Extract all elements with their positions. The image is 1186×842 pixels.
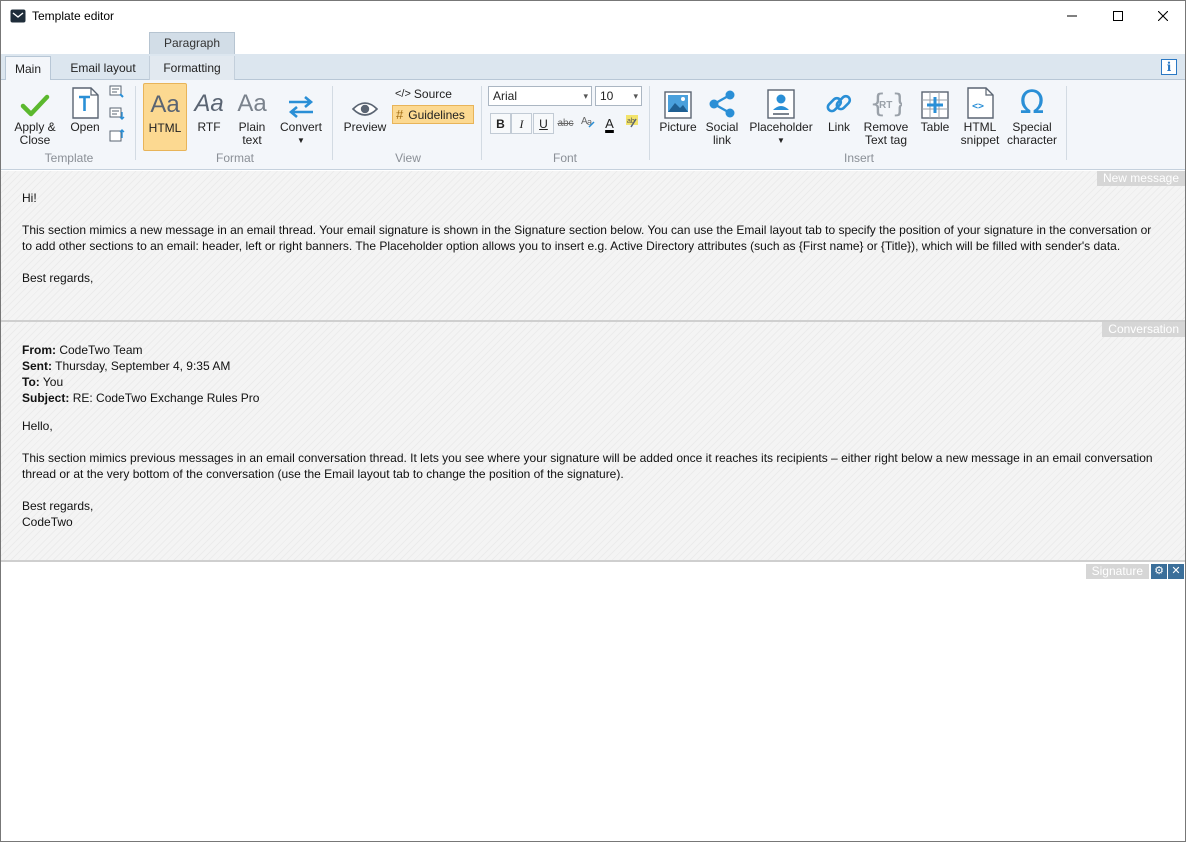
convert-arrows-icon <box>287 83 315 119</box>
context-group-paragraph: Paragraph <box>149 32 235 54</box>
link-chain-icon <box>824 83 854 119</box>
code-icon: </> <box>395 87 411 100</box>
bold-button[interactable]: B <box>490 113 511 134</box>
new-message-text: Hi! This section mimics a new message in… <box>22 191 1152 285</box>
insert-special-character-button[interactable]: Ω Special character <box>1005 83 1059 147</box>
convert-button[interactable]: Convert ▼ <box>277 83 325 147</box>
title-bar: Template editor <box>1 1 1185 31</box>
svg-text:}: } <box>892 89 902 119</box>
html-snippet-icon: <> <box>966 83 994 119</box>
section-tag-conversation: Conversation <box>1102 322 1185 337</box>
guidelines-button[interactable]: # Guidelines <box>392 105 474 124</box>
insert-picture-button[interactable]: Picture <box>657 83 699 134</box>
close-button[interactable] <box>1140 1 1185 31</box>
font-aa-icon: Aa <box>150 91 180 118</box>
chevron-down-icon: ▼ <box>297 136 305 145</box>
group-label-insert: Insert <box>843 151 874 165</box>
section-tag-new-message: New message <box>1096 171 1185 186</box>
section-divider <box>1 560 1185 562</box>
tab-email-layout[interactable]: Email layout <box>59 56 147 80</box>
insert-social-link-button[interactable]: Social link <box>702 83 742 147</box>
tab-formatting[interactable]: Formatting <box>149 56 235 80</box>
highlight-icon: ab <box>625 115 638 128</box>
preview-button[interactable]: Preview <box>341 83 389 134</box>
window-title: Template editor <box>32 9 115 23</box>
info-icon: i <box>1166 60 1172 74</box>
underline-button[interactable]: U <box>533 113 554 134</box>
insert-html-snippet-button[interactable]: <> HTML snippet <box>957 83 1003 147</box>
conversation-section[interactable]: Conversation From: CodeTwo Team Sent: Th… <box>1 322 1185 560</box>
tab-main[interactable]: Main <box>5 56 51 81</box>
highlight-button[interactable]: ab <box>621 113 642 134</box>
minimize-icon <box>1067 15 1077 17</box>
close-icon: ✕ <box>1171 565 1181 577</box>
minimize-button[interactable] <box>1049 1 1095 31</box>
ribbon-separator <box>1066 86 1067 160</box>
ribbon: Apply & Close Open Template Aa HTML Aa R… <box>1 80 1185 170</box>
apply-close-button[interactable]: Apply & Close <box>9 83 61 147</box>
remove-text-tag-button[interactable]: {}RT Remove Text tag <box>861 83 911 147</box>
rt-tag-icon: {}RT <box>870 83 902 119</box>
ribbon-tab-strip: Main Email layout Formatting i <box>1 54 1185 81</box>
font-family-select[interactable]: Arial ▾ <box>488 86 592 106</box>
clear-format-icon: Aa <box>581 116 595 128</box>
eye-icon <box>351 83 379 119</box>
format-plain-text-button[interactable]: Aa Plain text <box>232 83 272 147</box>
grid-icon: # <box>396 107 404 122</box>
insert-placeholder-button[interactable]: Placeholder ▼ <box>747 83 815 147</box>
chevron-down-icon: ▾ <box>633 91 638 101</box>
share-icon <box>707 83 737 119</box>
info-button[interactable]: i <box>1161 59 1177 75</box>
ribbon-separator <box>332 86 333 160</box>
open-button[interactable]: Open <box>65 83 105 134</box>
font-color-button[interactable]: A <box>599 113 620 134</box>
conversation-text: From: CodeTwo Team Sent: Thursday, Septe… <box>22 343 1153 529</box>
export-template-icon[interactable] <box>109 107 125 121</box>
font-aa-plain-icon: Aa <box>237 90 267 117</box>
placeholder-user-icon <box>767 83 795 119</box>
group-label-font: Font <box>552 151 577 165</box>
strikethrough-button[interactable]: abc <box>555 113 576 134</box>
ribbon-separator <box>649 86 650 160</box>
gear-icon: ⚙ <box>1154 565 1164 577</box>
svg-text:RT: RT <box>879 100 892 111</box>
ribbon-separator <box>481 86 482 160</box>
chevron-down-icon: ▾ <box>583 91 588 101</box>
chevron-down-icon: ▼ <box>777 136 785 145</box>
font-aa-italic-icon: Aa <box>194 90 224 117</box>
checkmark-icon <box>20 83 50 119</box>
group-label-view: View <box>395 151 421 165</box>
format-rtf-button[interactable]: Aa RTF <box>190 83 228 134</box>
new-message-section[interactable]: New message Hi! This section mimics a ne… <box>1 171 1185 320</box>
template-editor-window: Template editor Paragraph Main Email lay… <box>0 0 1186 842</box>
insert-link-button[interactable]: Link <box>820 83 858 134</box>
font-size-select[interactable]: 10 ▾ <box>595 86 642 106</box>
font-color-icon: A <box>605 116 614 131</box>
insert-table-button[interactable]: Table <box>916 83 954 134</box>
maximize-button[interactable] <box>1095 1 1141 31</box>
svg-text:<>: <> <box>972 101 984 112</box>
source-button[interactable]: </> Source <box>392 84 455 103</box>
ribbon-separator <box>135 86 136 160</box>
italic-button[interactable]: I <box>511 113 532 134</box>
group-label-template: Template <box>44 151 94 165</box>
section-tag-signature: Signature <box>1085 564 1149 579</box>
app-envelope-icon <box>10 9 26 23</box>
close-icon <box>1158 11 1168 21</box>
table-icon <box>921 83 949 119</box>
format-html-button[interactable]: Aa HTML <box>143 83 187 151</box>
signature-close-button[interactable]: ✕ <box>1168 564 1184 579</box>
signature-section[interactable]: Signature ⚙ ✕ <box>1 564 1185 841</box>
group-label-format: Format <box>215 151 254 165</box>
maximize-icon <box>1113 11 1123 21</box>
import-template-icon[interactable] <box>109 128 125 142</box>
picture-icon <box>664 83 692 119</box>
clear-formatting-button[interactable]: Aa <box>577 113 598 134</box>
save-template-icon[interactable] <box>109 85 125 99</box>
signature-settings-button[interactable]: ⚙ <box>1151 564 1167 579</box>
open-template-icon <box>70 83 100 119</box>
omega-icon: Ω <box>1019 83 1045 121</box>
